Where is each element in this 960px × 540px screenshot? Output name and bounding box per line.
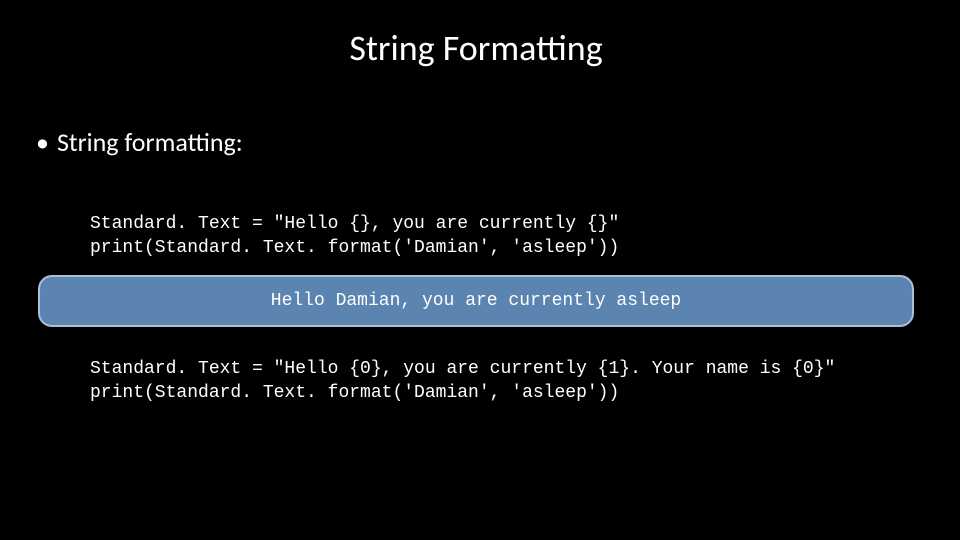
code-block-1: Standard. Text = "Hello {}, you are curr… [90, 212, 920, 261]
slide-title: String Formatting [32, 26, 920, 70]
code-line: print(Standard. Text. format('Damian', '… [90, 238, 619, 258]
output-box: Hello Damian, you are currently asleep [38, 275, 914, 327]
code-block-2: Standard. Text = "Hello {0}, you are cur… [90, 357, 920, 406]
bullet-item: • String formatting: [36, 126, 920, 158]
bullet-dot-icon: • [36, 129, 49, 155]
bullet-text: String formatting: [57, 126, 243, 158]
slide-container: String Formatting • String formatting: S… [0, 0, 960, 540]
code-line: Standard. Text = "Hello {}, you are curr… [90, 214, 619, 234]
output-text: Hello Damian, you are currently asleep [271, 291, 681, 311]
code-line: print(Standard. Text. format('Damian', '… [90, 383, 619, 403]
code-line: Standard. Text = "Hello {0}, you are cur… [90, 359, 835, 379]
